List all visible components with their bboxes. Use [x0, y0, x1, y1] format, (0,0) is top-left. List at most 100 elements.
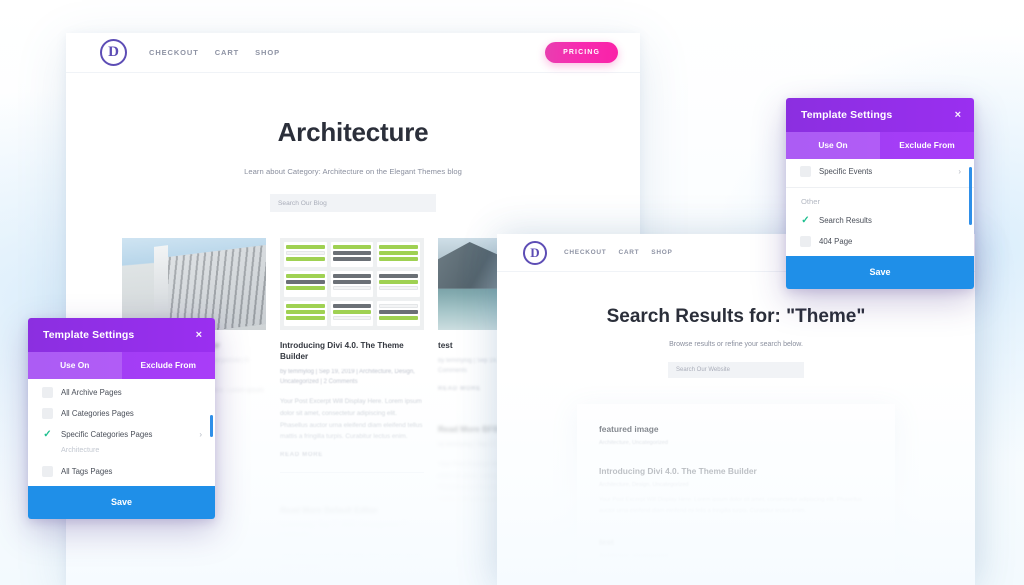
nav-link-shop[interactable]: SHOP [255, 48, 280, 57]
search-result-excerpt: Your Post Excerpt Will Display Here. Lor… [599, 497, 863, 514]
thumb-mini-card [377, 242, 420, 268]
thumb-mini-card [284, 271, 327, 297]
close-icon[interactable]: × [955, 109, 961, 121]
search-result-item[interactable]: Full width [599, 575, 873, 585]
checkbox-checked-icon[interactable] [42, 429, 53, 440]
blog-card[interactable]: Read More Default Editor by temmylog | S… [280, 495, 424, 585]
option-all-tags-pages[interactable]: All Tags Pages [28, 458, 215, 486]
blog-card-read-more[interactable]: READ MORE [280, 452, 424, 458]
checkbox-icon[interactable] [42, 387, 53, 398]
search-result-item[interactable]: featured image Architecture, Uncategoriz… [599, 424, 873, 462]
blog-card-title: Read More Default Editor [280, 506, 378, 516]
search-result-title: featured image [599, 424, 659, 434]
search-result-categories: Architecture, Uncategorized [599, 440, 669, 446]
blog-card-title: Introducing Divi 4.0. The Theme Builder [280, 341, 404, 362]
blog-card-excerpt: Your Post Excerpt Will Display Here. Lor… [280, 397, 423, 441]
option-404-page[interactable]: 404 Page [786, 231, 974, 256]
panel-body: Specific Events › Other Search Results 4… [786, 159, 974, 256]
divi-logo-icon[interactable]: D [523, 240, 547, 265]
template-settings-panel-bottom[interactable]: Template Settings × Use On Exclude From … [28, 318, 215, 519]
tab-use-on[interactable]: Use On [786, 132, 880, 159]
search-result-item[interactable]: Introducing Divi 4.0. The Theme Builder … [599, 462, 873, 533]
chevron-right-icon[interactable]: › [199, 430, 202, 439]
blog-card-body: Introducing Divi 4.0. The Theme Builder … [280, 330, 424, 474]
tab-exclude-from[interactable]: Exclude From [122, 352, 216, 379]
option-all-categories-pages[interactable]: All Categories Pages [28, 403, 215, 424]
page-title: Architecture [277, 117, 429, 147]
page-one-nav-links: CHECKOUT CART SHOP [149, 48, 280, 57]
search-result-categories: Architecture, Design, Uncategorized [599, 482, 689, 488]
option-specific-events[interactable]: Specific Events › [786, 159, 974, 182]
chevron-right-icon[interactable]: › [958, 167, 961, 176]
divider [786, 187, 974, 188]
checkbox-icon[interactable] [800, 236, 811, 247]
divi-logo-icon[interactable]: D [100, 39, 127, 66]
search-result-title: Introducing Divi 4.0. The Theme Builder [599, 466, 757, 476]
search-result-item[interactable]: test Architecture, Uncategorized [599, 533, 873, 575]
panel-tabs: Use On Exclude From [786, 132, 974, 159]
panel-tabs: Use On Exclude From [28, 352, 215, 379]
nav-link-cart[interactable]: CART [618, 249, 639, 256]
option-label: 404 Page [819, 237, 853, 246]
thumb-mini-card [284, 300, 327, 326]
panel-body: All Archive Pages All Categories Pages S… [28, 379, 215, 486]
option-search-results[interactable]: Search Results [786, 210, 974, 231]
website-search-placeholder: Search Our Website [676, 367, 730, 373]
option-label: Specific Categories Pages [61, 430, 153, 439]
panel-title: Template Settings [801, 109, 893, 121]
nav-link-checkout[interactable]: CHECKOUT [149, 48, 199, 57]
page-two-nav-links: CHECKOUT CART SHOP [564, 249, 673, 256]
checkbox-checked-icon[interactable] [800, 215, 811, 226]
post-thumbnail-building [122, 238, 266, 330]
save-button[interactable]: Save [28, 486, 215, 519]
option-label: All Archive Pages [61, 388, 122, 397]
checkbox-icon[interactable] [42, 466, 53, 477]
search-result-title: Full width [599, 579, 639, 585]
thumb-mini-card [284, 242, 327, 268]
blog-card[interactable]: Introducing Divi 4.0. The Theme Builder … [280, 238, 424, 474]
nav-link-checkout[interactable]: CHECKOUT [564, 249, 606, 256]
checkbox-icon[interactable] [42, 408, 53, 419]
blog-column-2: Introducing Divi 4.0. The Theme Builder … [280, 238, 424, 585]
panel-header: Template Settings × [28, 318, 215, 352]
option-specific-categories-pages[interactable]: Specific Categories Pages › [28, 424, 215, 445]
template-settings-panel-top[interactable]: Template Settings × Use On Exclude From … [786, 98, 974, 289]
tab-exclude-from[interactable]: Exclude From [880, 132, 974, 159]
panel-scrollbar[interactable] [969, 167, 972, 225]
post-thumbnail-bargrid [280, 238, 424, 330]
pricing-button[interactable]: PRICING [545, 42, 618, 63]
option-label: Specific Events [819, 167, 873, 176]
search-result-title: test [599, 537, 614, 547]
search-results-subtitle: Browse results or refine your search bel… [669, 341, 803, 348]
option-all-archive-pages[interactable]: All Archive Pages [28, 379, 215, 403]
thumb-mini-card [330, 271, 374, 297]
option-label: Search Results [819, 216, 872, 225]
page-one-hero: Architecture Learn about Category: Archi… [66, 73, 640, 212]
panel-header: Template Settings × [786, 98, 974, 132]
blog-card-meta: by temmylog | Sep 17, 2019 | Uncategoriz… [280, 523, 407, 540]
blog-card-body: Read More Default Editor by temmylog | S… [280, 495, 424, 585]
option-label: All Categories Pages [61, 409, 134, 418]
thumb-mini-card [377, 300, 420, 326]
page-subtitle: Learn about Category: Architecture on th… [244, 167, 462, 176]
website-search-input[interactable]: Search Our Website [668, 362, 804, 378]
group-label-other: Other [801, 197, 820, 206]
nav-link-cart[interactable]: CART [215, 48, 239, 57]
blog-search-input[interactable]: Search Our Blog [270, 194, 436, 212]
search-results-title: Search Results for: "Theme" [606, 306, 866, 327]
selected-category-value: Architecture [61, 445, 100, 454]
blog-card-excerpt: Your Post Excerpt Will Display Here. Lor… [280, 552, 422, 571]
tab-use-on[interactable]: Use On [28, 352, 122, 379]
nav-link-shop[interactable]: SHOP [651, 249, 672, 256]
save-button[interactable]: Save [786, 256, 974, 289]
thumb-mini-card [330, 242, 374, 268]
search-result-categories: Architecture, Uncategorized [599, 553, 669, 559]
blog-search-placeholder: Search Our Blog [278, 199, 327, 207]
close-icon[interactable]: × [196, 329, 202, 341]
panel-title: Template Settings [43, 329, 135, 341]
divider [280, 472, 424, 474]
blog-card-meta: by temmylog | Sep 19, 2019 | Architectur… [280, 369, 415, 386]
option-label: All Tags Pages [61, 467, 113, 476]
panel-scrollbar[interactable] [210, 415, 213, 437]
checkbox-icon[interactable] [800, 166, 811, 177]
